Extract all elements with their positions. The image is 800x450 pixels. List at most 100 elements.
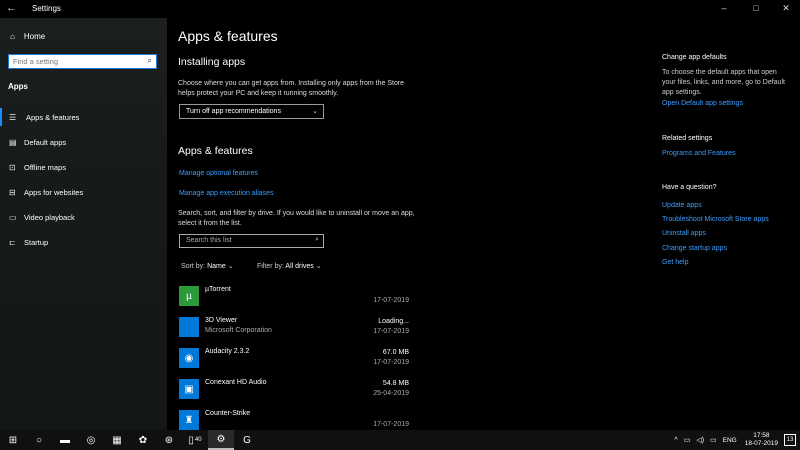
tray-expand-icon[interactable]: ^ [674, 437, 677, 444]
app-list-item[interactable]: µ µTorrent 17-07-2019 [179, 284, 419, 314]
start-glyph: ⊞ [8, 434, 18, 446]
minimize-button[interactable]: – [714, 3, 734, 13]
sidebar-item-default-apps[interactable]: ▤ Default apps [0, 133, 167, 151]
help-link-change-startup-apps[interactable]: Change startup apps [662, 245, 727, 252]
manage-execution-aliases-link[interactable]: Manage app execution aliases [179, 190, 274, 197]
filter-value: All drives [285, 263, 314, 270]
logitech-icon[interactable]: G [234, 430, 260, 450]
audacity-icon: ◉ [179, 348, 199, 368]
help-link-update-apps[interactable]: Update apps [662, 202, 702, 209]
back-button[interactable]: ← [6, 2, 17, 14]
app-name: Conexant HD Audio [205, 379, 267, 386]
language-indicator[interactable]: ENG [723, 437, 737, 444]
clock-date: 18-07-2019 [744, 440, 778, 447]
media-app-icon[interactable]: ▦ [104, 430, 130, 450]
clock-time: 17:58 [753, 432, 770, 439]
app-list-item[interactable]: ▣ Conexant HD Audio 54.8 MB 25-04-2019 [179, 377, 419, 407]
change-defaults-heading: Change app defaults [662, 54, 727, 61]
sidebar-item-video-playback[interactable]: ▭ Video playback [0, 208, 167, 226]
help-link-troubleshoot-microsoft-store-apps[interactable]: Troubleshoot Microsoft Store apps [662, 216, 769, 223]
installing-apps-description: Choose where you can get apps from. Inst… [178, 80, 405, 97]
default-apps-icon: ▤ [9, 137, 17, 147]
title-bar: ← Settings – □ ✕ [0, 0, 800, 18]
counter-strike-icon: ♜ [179, 410, 199, 430]
right-column: Change app defaults To choose the defaul… [662, 18, 792, 430]
notification-center-button[interactable]: 13 [784, 434, 796, 446]
volume-icon[interactable]: ◁) [696, 436, 704, 444]
app-source-dropdown[interactable]: Turn off app recommendations ⌄ [179, 104, 324, 119]
settings-window: ← Settings – □ ✕ ⌂ Home Find a setting ⌕… [0, 0, 800, 430]
help-link-get-help[interactable]: Get help [662, 259, 688, 266]
sidebar-item-apps-features[interactable]: ☰ Apps & features [0, 108, 167, 126]
app-list-search-placeholder: Search this list [186, 237, 232, 244]
main-content: Apps & features Installing apps Choose w… [178, 18, 638, 430]
filter-description: Search, sort, and filter by drive. If yo… [178, 210, 415, 227]
steam-glyph: ⊛ [164, 434, 174, 446]
app-size: 54.8 MB [382, 380, 409, 387]
filter-label: Filter by: [257, 263, 284, 270]
maximize-button[interactable]: □ [746, 3, 766, 13]
3d-viewer-icon [179, 317, 199, 337]
cortana-glyph: ○ [35, 434, 43, 446]
start-icon[interactable]: ⊞ [0, 430, 26, 450]
window-title: Settings [32, 4, 61, 13]
sort-dropdown[interactable]: Sort by: Name ⌄ [181, 262, 234, 270]
media-app-glyph: ▦ [112, 434, 122, 446]
settings-search-input[interactable]: Find a setting ⌕ [8, 54, 157, 69]
manage-optional-features-link[interactable]: Manage optional features [179, 170, 258, 177]
sidebar: ⌂ Home Find a setting ⌕ Apps ☰ Apps & fea… [0, 18, 167, 430]
system-tray: ^ ▭ ◁) ▭ ENG 17:58 18-07-2019 13 [674, 430, 800, 450]
chrome-glyph: ◎ [86, 434, 96, 446]
app-size: Loading... [378, 318, 409, 325]
network-icon[interactable]: ▭ [684, 436, 691, 444]
sidebar-item-offline-maps[interactable]: ⊡ Offline maps [0, 158, 167, 176]
file-explorer-icon[interactable]: ▬ [52, 430, 78, 450]
utorrent-icon: µ [179, 286, 199, 306]
app-source-value: Turn off app recommendations [186, 108, 281, 115]
app-list-item[interactable]: 3D Viewer Microsoft Corporation Loading...… [179, 315, 419, 345]
conexant-audio-icon: ▣ [179, 379, 199, 399]
badge-app-glyph: ▯ [188, 434, 194, 446]
usb-icon[interactable]: ▭ [710, 436, 717, 444]
taskbar: ⊞ ○ ▬ ◎ ▦ ✿ ⊛ ▯ 40 ⚙ G ^ ▭ ◁) ▭ ENG 17:58 18-07-20… [0, 430, 800, 450]
programs-features-link[interactable]: Programs and Features [662, 150, 736, 157]
clock[interactable]: 17:58 18-07-2019 [745, 432, 778, 448]
search-icon: ⌕ [147, 56, 152, 65]
settings-glyph: ⚙ [216, 433, 226, 445]
help-link-uninstall-apps[interactable]: Uninstall apps [662, 230, 706, 237]
filter-dropdown[interactable]: Filter by: All drives ⌄ [257, 262, 322, 270]
file-explorer-glyph: ▬ [60, 434, 70, 446]
cortana-icon[interactable]: ○ [26, 430, 52, 450]
settings-icon[interactable]: ⚙ [208, 430, 234, 450]
app-list-search-input[interactable]: Search this list ⌕ [179, 234, 324, 248]
chrome-icon[interactable]: ◎ [78, 430, 104, 450]
sidebar-item-label: Offline maps [24, 162, 66, 172]
app-icon[interactable]: ✿ [130, 430, 156, 450]
search-placeholder: Find a setting [13, 57, 59, 66]
chevron-down-icon: ⌄ [312, 108, 318, 115]
app-date: 17-07-2019 [373, 328, 409, 335]
close-button[interactable]: ✕ [776, 3, 796, 14]
sidebar-item-startup[interactable]: ⊏ Startup [0, 233, 167, 251]
page-title: Apps & features [178, 28, 278, 44]
notification-count: 13 [786, 437, 794, 443]
badge-app-icon[interactable]: ▯ 40 [182, 430, 208, 450]
sidebar-item-apps-for-websites[interactable]: ⊟ Apps for websites [0, 183, 167, 201]
app-name: µTorrent [205, 286, 231, 293]
logitech-glyph: G [243, 434, 251, 446]
steam-icon[interactable]: ⊛ [156, 430, 182, 450]
app-date: 17-07-2019 [373, 421, 409, 428]
sidebar-item-label: Default apps [24, 137, 67, 147]
home-nav-item[interactable]: ⌂ Home [10, 32, 45, 41]
chevron-down-icon: ⌄ [315, 263, 322, 270]
app-publisher: Microsoft Corporation [205, 327, 272, 334]
sort-value: Name [207, 263, 226, 270]
apps-websites-icon: ⊟ [9, 187, 16, 197]
open-default-settings-link[interactable]: Open Default app settings [662, 100, 743, 107]
sidebar-item-label: Apps & features [26, 112, 80, 122]
sidebar-item-label: Video playback [24, 212, 75, 222]
sort-label: Sort by: [181, 263, 206, 270]
app-list-item[interactable]: ◉ Audacity 2.3.2 67.0 MB 17-07-2019 [179, 346, 419, 376]
taskbar-badge: 40 [194, 437, 202, 443]
chevron-down-icon: ⌄ [227, 263, 234, 270]
